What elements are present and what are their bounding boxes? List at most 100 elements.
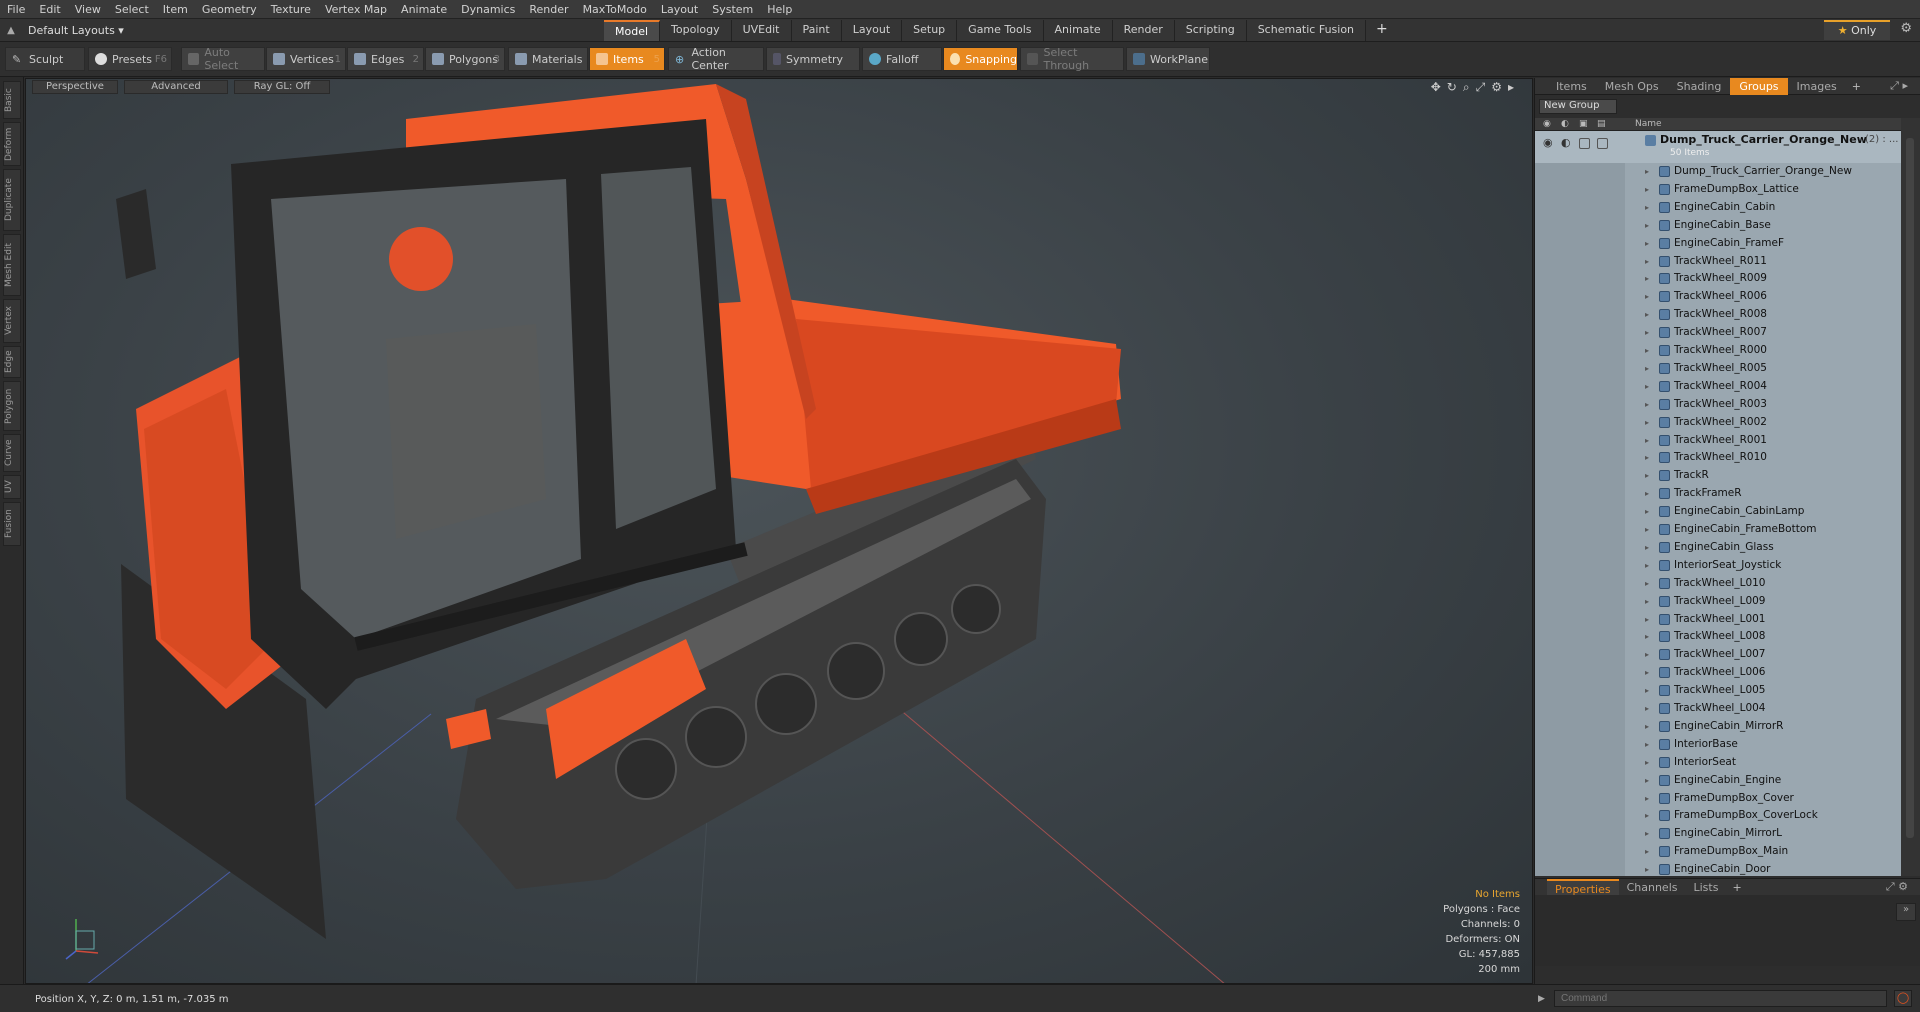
expand-arrow-icon[interactable]: ▸ — [1645, 847, 1649, 856]
group-item-row[interactable]: ▸ FrameDumpBox_Lattice — [1535, 181, 1901, 199]
menu-maxtomodo[interactable]: MaxToModo — [576, 3, 654, 16]
list-scrollbar[interactable] — [1901, 118, 1920, 876]
group-item-row[interactable]: ▸ InteriorSeat_Joystick — [1535, 557, 1901, 575]
bottom-tab-lists[interactable]: Lists — [1686, 881, 1727, 894]
expand-arrow-icon[interactable]: ▸ — [1645, 865, 1649, 874]
group-item-row[interactable]: ▸ TrackWheel_R001 — [1535, 432, 1901, 450]
group-item-row[interactable]: ▸ TrackWheel_L006 — [1535, 664, 1901, 682]
expand-arrow-icon[interactable]: ▸ — [1645, 292, 1649, 301]
expand-arrow-icon[interactable]: ▸ — [1645, 471, 1649, 480]
expand-arrow-icon[interactable]: ▸ — [1645, 740, 1649, 749]
menu-view[interactable]: View — [68, 3, 108, 16]
group-root-row[interactable]: ◉ ◐ Dump_Truck_Carrier_Orange_New (2) : … — [1535, 131, 1901, 163]
expand-arrow-icon[interactable]: ▸ — [1645, 453, 1649, 462]
left-tab-curve[interactable]: Curve — [3, 434, 21, 472]
group-item-row[interactable]: ▸ InteriorBase — [1535, 736, 1901, 754]
group-item-row[interactable]: ▸ TrackWheel_L004 — [1535, 700, 1901, 718]
visibility-eye-icon[interactable]: ◉ — [1543, 136, 1554, 149]
layout-selector[interactable]: Default Layouts ▾ — [22, 24, 130, 37]
group-item-row[interactable]: ▸ TrackWheel_L008 — [1535, 628, 1901, 646]
expand-arrow-icon[interactable]: ▸ — [1645, 794, 1649, 803]
menu-geometry[interactable]: Geometry — [195, 3, 264, 16]
group-item-row[interactable]: ▸ TrackWheel_R010 — [1535, 449, 1901, 467]
group-item-row[interactable]: ▸ EngineCabin_FrameF — [1535, 235, 1901, 253]
items-button[interactable]: Items 5 — [589, 47, 665, 71]
menu-texture[interactable]: Texture — [264, 3, 318, 16]
only-toggle-button[interactable]: ★ Only — [1824, 20, 1890, 40]
group-item-row[interactable]: ▸ TrackWheel_R004 — [1535, 378, 1901, 396]
left-tab-basic[interactable]: Basic — [3, 81, 21, 119]
polygons-button[interactable]: Polygons 3 — [425, 47, 505, 71]
expand-panel-icon[interactable]: ⤢ ⚙ — [1886, 880, 1908, 894]
render-col-icon[interactable]: ◐ — [1561, 119, 1569, 129]
workplane-button[interactable]: WorkPlane — [1126, 47, 1210, 71]
tab-scripting[interactable]: Scripting — [1174, 20, 1247, 41]
group-item-row[interactable]: ▸ EngineCabin_FrameBottom — [1535, 521, 1901, 539]
expand-arrow-icon[interactable]: ▸ — [1645, 561, 1649, 570]
expand-arrow-icon[interactable]: ▸ — [1645, 167, 1649, 176]
expand-arrow-icon[interactable]: ▸ — [1645, 328, 1649, 337]
expand-arrow-icon[interactable]: ▸ — [1645, 382, 1649, 391]
expand-arrow-icon[interactable]: ▸ — [1645, 489, 1649, 498]
expand-arrow-icon[interactable]: ▸ — [1645, 310, 1649, 319]
right-tab-groups[interactable]: Groups — [1730, 77, 1788, 95]
command-run-icon[interactable]: ◯ — [1894, 990, 1912, 1007]
group-item-row[interactable]: ▸ Dump_Truck_Carrier_Orange_New — [1535, 163, 1901, 181]
layout-collapse-icon[interactable]: ▲ — [0, 25, 22, 36]
presets-button[interactable]: Presets F6 — [88, 47, 172, 71]
group-item-row[interactable]: ▸ TrackWheel_R005 — [1535, 360, 1901, 378]
expand-arrow-icon[interactable]: ▸ — [1645, 543, 1649, 552]
new-group-button[interactable]: New Group — [1539, 99, 1617, 114]
menu-select[interactable]: Select — [108, 3, 156, 16]
group-item-row[interactable]: ▸ TrackFrameR — [1535, 485, 1901, 503]
tab-paint[interactable]: Paint — [791, 20, 842, 41]
lock-checkbox[interactable] — [1579, 138, 1590, 149]
edges-button[interactable]: Edges 2 — [347, 47, 424, 71]
symmetry-button[interactable]: Symmetry — [766, 47, 860, 71]
menu-file[interactable]: File — [0, 3, 32, 16]
left-tab-edge[interactable]: Edge — [3, 346, 21, 378]
group-item-row[interactable]: ▸ InteriorSeat — [1535, 754, 1901, 772]
group-item-row[interactable]: ▸ TrackWheel_L001 — [1535, 611, 1901, 629]
group-item-row[interactable]: ▸ TrackWheel_L005 — [1535, 682, 1901, 700]
menu-system[interactable]: System — [705, 3, 760, 16]
group-item-row[interactable]: ▸ FrameDumpBox_CoverLock — [1535, 807, 1901, 825]
group-item-row[interactable]: ▸ EngineCabin_Base — [1535, 217, 1901, 235]
add-bottom-tab-icon[interactable]: + — [1726, 881, 1747, 894]
bottom-tab-channels[interactable]: Channels — [1619, 881, 1686, 894]
group-item-row[interactable]: ▸ TrackWheel_L007 — [1535, 646, 1901, 664]
left-tab-vertex[interactable]: Vertex — [3, 299, 21, 343]
expand-arrow-icon[interactable]: ▸ — [1645, 525, 1649, 534]
command-input[interactable] — [1554, 990, 1887, 1007]
group-item-row[interactable]: ▸ EngineCabin_CabinLamp — [1535, 503, 1901, 521]
group-item-row[interactable]: ▸ TrackWheel_R007 — [1535, 324, 1901, 342]
group-item-row[interactable]: ▸ EngineCabin_Glass — [1535, 539, 1901, 557]
action-center-button[interactable]: ⊕ Action Center — [668, 46, 764, 72]
snapping-button[interactable]: Snapping — [943, 47, 1018, 71]
tab-render[interactable]: Render — [1112, 20, 1175, 41]
name-column-header[interactable]: Name — [1635, 119, 1662, 129]
expand-arrow-icon[interactable]: ▸ — [1645, 668, 1649, 677]
group-item-row[interactable]: ▸ TrackR — [1535, 467, 1901, 485]
expand-arrow-icon[interactable]: ▸ — [1645, 758, 1649, 767]
group-item-row[interactable]: ▸ EngineCabin_Engine — [1535, 772, 1901, 790]
auto-select-button[interactable]: Auto Select — [181, 46, 265, 72]
render-toggle-icon[interactable]: ◐ — [1561, 136, 1572, 149]
left-tab-fusion[interactable]: Fusion — [3, 502, 21, 546]
panel-expand-icon[interactable]: ⤢ ▸ — [1890, 79, 1908, 93]
tab-setup[interactable]: Setup — [902, 20, 958, 41]
tab-topology[interactable]: Topology — [660, 20, 732, 41]
expand-arrow-icon[interactable]: ▸ — [1645, 829, 1649, 838]
expand-arrow-icon[interactable]: ▸ — [1645, 418, 1649, 427]
expand-arrow-icon[interactable]: ▸ — [1645, 597, 1649, 606]
right-tab-mesh-ops[interactable]: Mesh Ops — [1596, 80, 1668, 93]
expand-arrow-icon[interactable]: ▸ — [1645, 400, 1649, 409]
right-tab-shading[interactable]: Shading — [1668, 80, 1731, 93]
expand-arrow-icon[interactable]: ▸ — [1645, 239, 1649, 248]
menu-vertex-map[interactable]: Vertex Map — [318, 3, 394, 16]
select-col-icon[interactable]: ▤ — [1597, 119, 1606, 129]
expand-arrow-icon[interactable]: ▸ — [1645, 274, 1649, 283]
expand-arrow-icon[interactable]: » — [1896, 903, 1916, 921]
expand-arrow-icon[interactable]: ▸ — [1645, 364, 1649, 373]
menu-help[interactable]: Help — [760, 3, 799, 16]
